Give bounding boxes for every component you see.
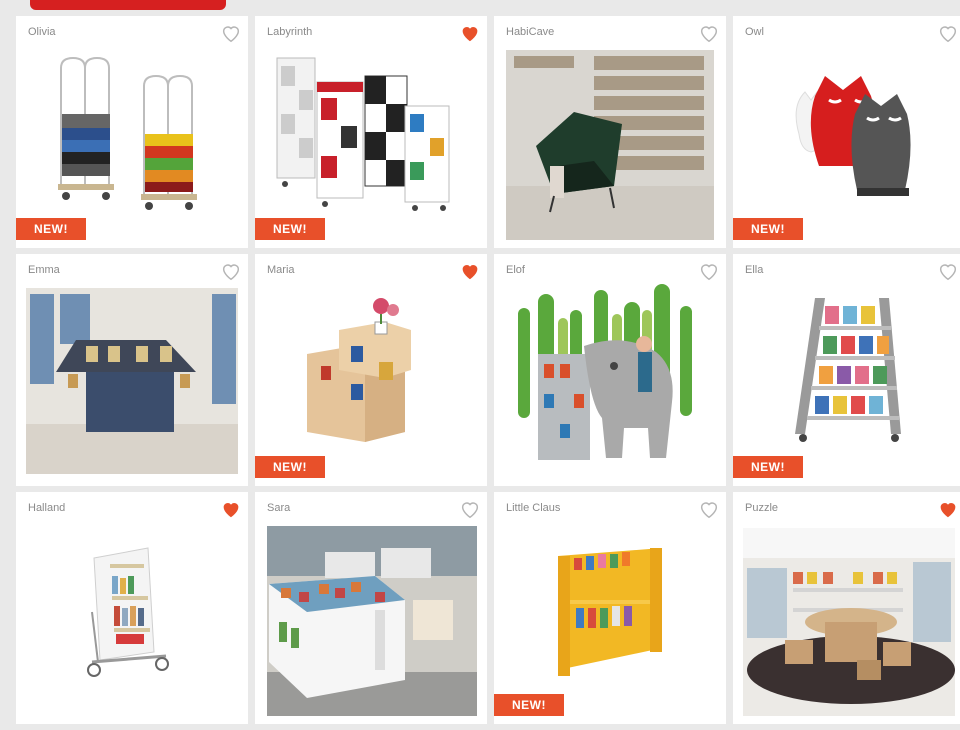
product-card-ella[interactable]: Ella NEW! bbox=[733, 254, 960, 486]
product-image-little-claus bbox=[558, 548, 662, 676]
heart-outline-icon[interactable] bbox=[220, 22, 242, 44]
product-card-sara[interactable]: Sara bbox=[255, 492, 487, 724]
product-name: Halland bbox=[28, 502, 66, 514]
product-grid: Olivia NEW! Labyrinth NEW! HabiCave Owl … bbox=[16, 16, 960, 724]
heart-outline-icon[interactable] bbox=[698, 22, 720, 44]
product-name: Maria bbox=[267, 264, 295, 276]
new-badge: NEW! bbox=[16, 218, 86, 240]
product-image-emma bbox=[26, 288, 238, 474]
product-image-owl bbox=[795, 76, 911, 196]
product-name: Owl bbox=[745, 26, 764, 38]
product-card-maria[interactable]: Maria NEW! bbox=[255, 254, 487, 486]
product-card-elof[interactable]: Elof bbox=[494, 254, 726, 486]
product-name: Elof bbox=[506, 264, 525, 276]
product-image-olivia bbox=[58, 56, 197, 210]
product-name: Emma bbox=[28, 264, 60, 276]
product-name: Ella bbox=[745, 264, 764, 276]
product-name: HabiCave bbox=[506, 26, 555, 38]
new-badge: NEW! bbox=[494, 694, 564, 716]
product-image-labyrinth bbox=[276, 57, 450, 211]
product-card-olivia[interactable]: Olivia NEW! bbox=[16, 16, 248, 248]
product-name: Puzzle bbox=[745, 502, 779, 514]
product-card-little-claus[interactable]: Little Claus NEW! bbox=[494, 492, 726, 724]
heart-outline-icon[interactable] bbox=[459, 498, 481, 520]
heart-outline-icon[interactable] bbox=[937, 260, 959, 282]
heart-outline-icon[interactable] bbox=[698, 498, 720, 520]
product-name: Sara bbox=[267, 502, 291, 514]
heart-outline-icon[interactable] bbox=[220, 260, 242, 282]
product-image-elof bbox=[518, 284, 692, 460]
heart-outline-icon[interactable] bbox=[937, 22, 959, 44]
product-card-halland[interactable]: Halland bbox=[16, 492, 248, 724]
new-badge: NEW! bbox=[255, 218, 325, 240]
product-card-puzzle[interactable]: Puzzle bbox=[733, 492, 960, 724]
heart-filled-icon[interactable] bbox=[459, 22, 481, 44]
product-card-emma[interactable]: Emma bbox=[16, 254, 248, 486]
product-image-maria bbox=[307, 298, 411, 442]
new-badge: NEW! bbox=[255, 456, 325, 478]
product-image-ella bbox=[795, 298, 901, 442]
heart-filled-icon[interactable] bbox=[220, 498, 242, 520]
product-card-labyrinth[interactable]: Labyrinth NEW! bbox=[255, 16, 487, 248]
product-image-habicave bbox=[506, 50, 714, 240]
new-badge: NEW! bbox=[733, 456, 803, 478]
product-card-habicave[interactable]: HabiCave bbox=[494, 16, 726, 248]
new-badge: NEW! bbox=[733, 218, 803, 240]
product-name: Little Claus bbox=[506, 502, 561, 514]
heart-outline-icon[interactable] bbox=[698, 260, 720, 282]
product-image-sara bbox=[267, 526, 477, 716]
product-image-puzzle bbox=[743, 528, 955, 716]
heart-filled-icon[interactable] bbox=[459, 260, 481, 282]
product-name: Olivia bbox=[28, 26, 56, 38]
product-name: Labyrinth bbox=[267, 26, 313, 38]
top-banner bbox=[30, 0, 226, 10]
product-image-halland bbox=[87, 547, 169, 677]
heart-filled-icon[interactable] bbox=[937, 498, 959, 520]
product-card-owl[interactable]: Owl NEW! bbox=[733, 16, 960, 248]
